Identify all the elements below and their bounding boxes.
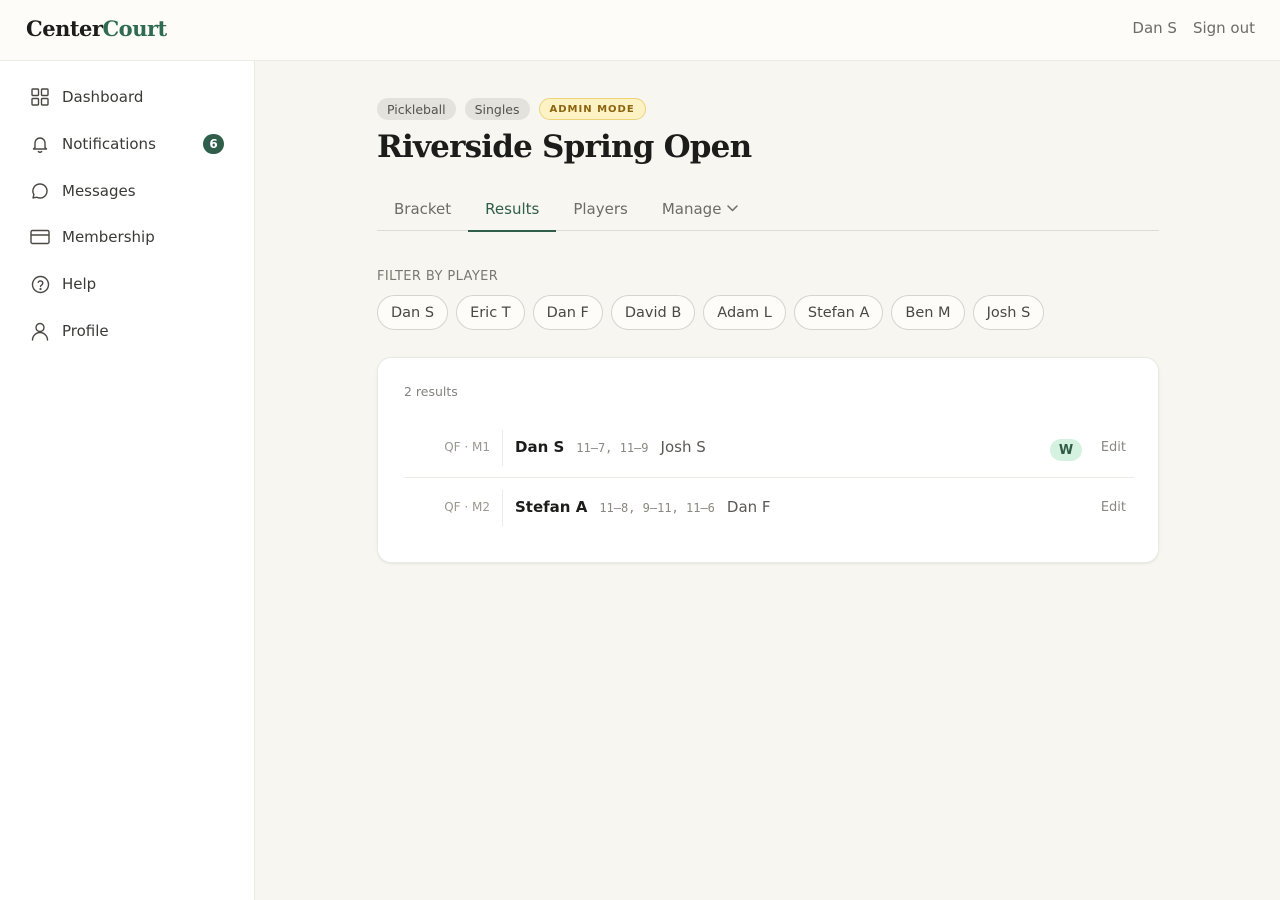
sidebar-item-label: Dashboard [62, 88, 144, 106]
tab-label: Players [573, 199, 628, 218]
tab-results[interactable]: Results [468, 186, 557, 232]
tab-label: Bracket [394, 199, 452, 218]
player-chip[interactable]: Josh S [972, 295, 1045, 330]
result-row: QF · M2 Stefan A 11–8, 9–11, 11–6 Dan F … [404, 480, 1134, 538]
current-user-link[interactable]: Dan S [1132, 19, 1177, 37]
page-title: Riverside Spring Open [377, 129, 752, 165]
tab-players[interactable]: Players [556, 186, 645, 231]
sidebar: Dashboard Notifications 6 Messages Membe… [0, 61, 255, 900]
logo-text-court: Court [102, 16, 167, 41]
sidebar-item-profile[interactable]: Profile [20, 311, 236, 351]
logo-text-center: Center [26, 16, 103, 41]
loser-name: Dan F [726, 498, 771, 516]
sidebar-item-membership[interactable]: Membership [20, 217, 236, 257]
match-score: 11–8, 9–11, 11–6 [599, 501, 715, 515]
sidebar-item-help[interactable]: Help [20, 264, 236, 304]
sidebar-item-label: Help [62, 275, 97, 293]
winner-name: Stefan A [515, 498, 588, 516]
loser-name: Josh S [660, 438, 706, 456]
result-row: QF · M1 Dan S 11–7, 11–9 Josh S W Edit [404, 420, 1134, 478]
winner-name: Dan S [515, 438, 565, 456]
results-count: 2 results [404, 384, 458, 399]
player-filter-chips: Dan S Eric T Dan F David B Adam L Stefan… [377, 295, 1045, 330]
player-chip[interactable]: Adam L [703, 295, 786, 330]
tournament-tags: Pickleball Singles ADMIN MODE [377, 98, 646, 120]
sidebar-item-notifications[interactable]: Notifications 6 [20, 124, 236, 164]
player-chip[interactable]: Dan S [377, 295, 449, 330]
admin-mode-badge: ADMIN MODE [538, 98, 646, 120]
match-summary: Dan S 11–7, 11–9 Josh S [515, 438, 706, 456]
sport-tag: Pickleball [377, 98, 456, 120]
user-icon [30, 321, 50, 341]
row-divider [502, 490, 503, 526]
app-logo[interactable]: CenterCourt [26, 16, 167, 41]
sidebar-item-label: Membership [62, 228, 155, 246]
sidebar-item-dashboard[interactable]: Dashboard [20, 77, 236, 117]
player-chip[interactable]: Ben M [891, 295, 965, 330]
help-icon [30, 274, 50, 294]
tab-label: Manage [661, 199, 722, 218]
player-chip[interactable]: Eric T [456, 295, 525, 330]
chevron-down-icon [727, 205, 739, 212]
tab-manage[interactable]: Manage [645, 186, 756, 231]
top-bar: CenterCourt Dan S Sign out [0, 0, 1280, 61]
results-card: 2 results QF · M1 Dan S 11–7, 11–9 Josh … [377, 357, 1159, 563]
win-badge: W [1050, 439, 1082, 461]
tab-bracket[interactable]: Bracket [377, 186, 468, 231]
edit-result-button[interactable]: Edit [1101, 500, 1126, 515]
sidebar-item-messages[interactable]: Messages [20, 171, 236, 211]
sidebar-item-label: Profile [62, 322, 109, 340]
player-chip[interactable]: Stefan A [793, 295, 884, 330]
match-summary: Stefan A 11–8, 9–11, 11–6 Dan F [515, 498, 771, 516]
row-divider [502, 430, 503, 466]
player-chip[interactable]: Dan F [532, 295, 603, 330]
user-menu: Dan S Sign out [1132, 19, 1255, 37]
player-chip[interactable]: David B [610, 295, 696, 330]
filter-label: Filter by player [377, 269, 499, 284]
match-round: QF · M2 [444, 500, 490, 514]
edit-result-button[interactable]: Edit [1101, 440, 1126, 455]
notification-count-badge: 6 [203, 134, 224, 154]
match-score: 11–7, 11–9 [576, 441, 649, 455]
tab-bar: Bracket Results Players Manage [377, 186, 1159, 232]
sign-out-link[interactable]: Sign out [1193, 19, 1255, 37]
sidebar-item-label: Messages [62, 182, 136, 200]
sidebar-item-label: Notifications [62, 135, 156, 153]
grid-icon [30, 87, 50, 107]
card-icon [30, 227, 50, 247]
chat-icon [30, 181, 50, 201]
tab-label: Results [485, 199, 540, 218]
match-round: QF · M1 [444, 440, 490, 454]
format-tag: Singles [464, 98, 530, 120]
bell-icon [30, 134, 50, 154]
